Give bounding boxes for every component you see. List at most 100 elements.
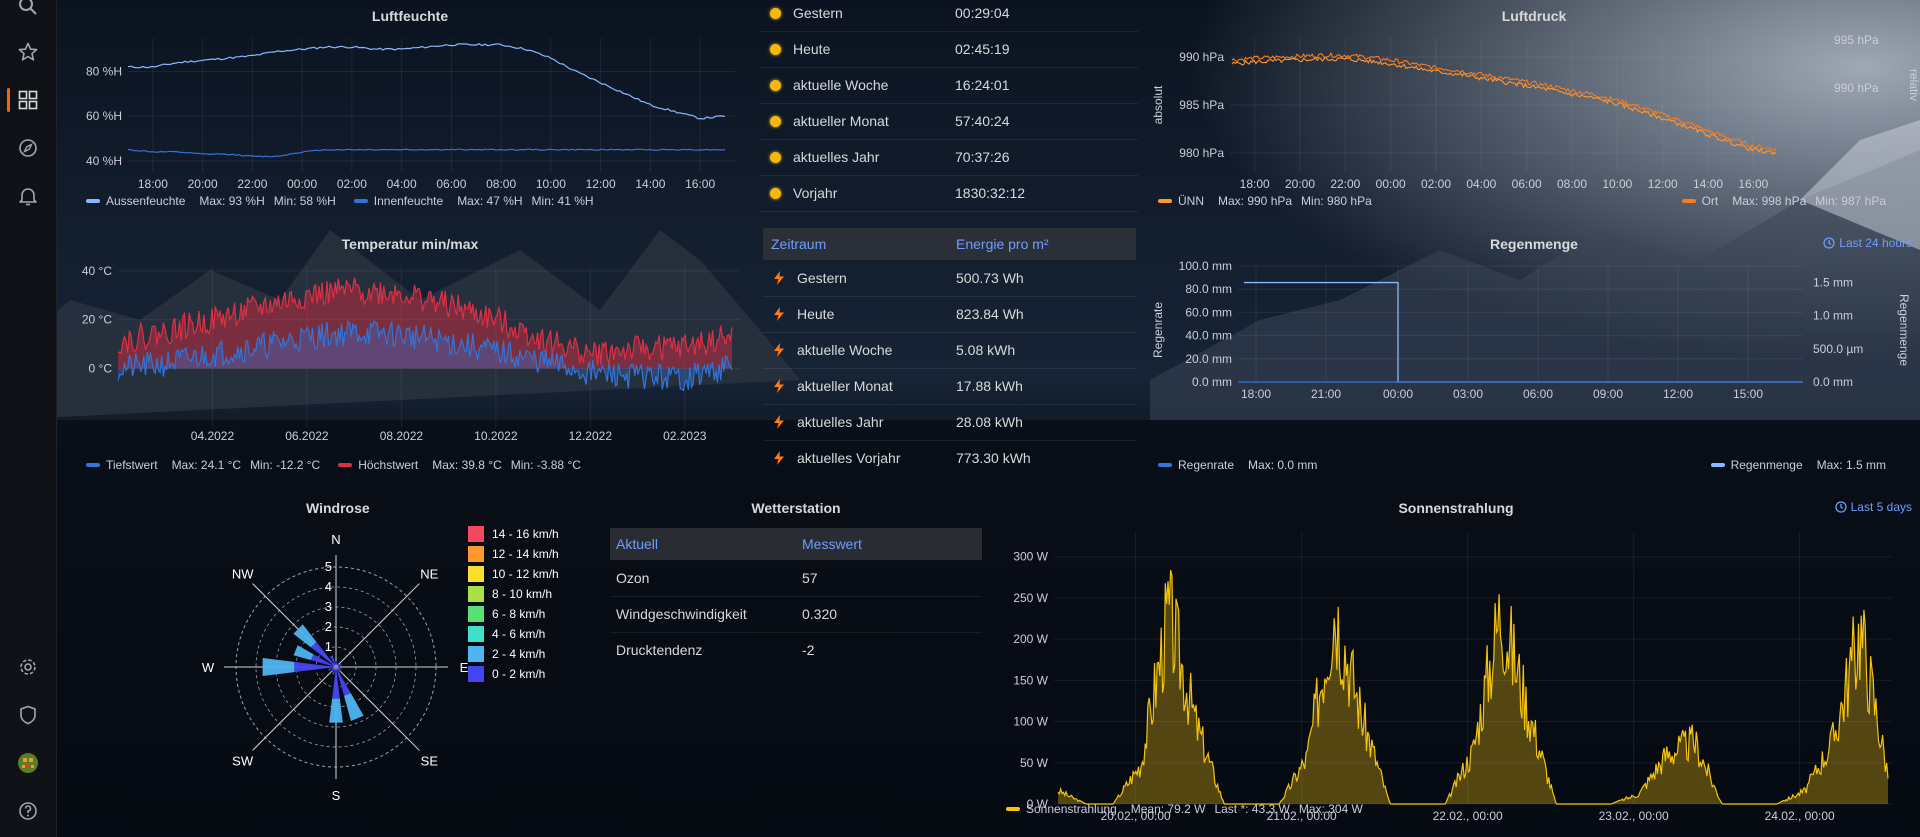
legend-name[interactable]: Ort — [1702, 194, 1719, 208]
y-tick-label: 250 W — [1013, 591, 1048, 605]
x-tick-label: 03:00 — [1453, 387, 1483, 401]
y-tick-label: 40 %H — [86, 154, 122, 168]
solar-legend: Sonnenstrahlung Mean: 79.2 W Last *: 43.3 … — [1006, 802, 1372, 816]
search-icon[interactable] — [14, 0, 42, 20]
legend-name[interactable]: Sonnenstrahlung — [1026, 802, 1117, 816]
y-tick-label: 150 W — [1013, 673, 1048, 687]
pressure-legend-left: ÜNN Max: 990 hPa Min: 980 hPa — [1158, 194, 1381, 208]
row-label: Ozon — [616, 570, 650, 586]
panel-title: Regenmenge — [1490, 236, 1578, 252]
table-row: aktueller Monat 17.88 kWh — [763, 368, 1136, 405]
lightning-icon — [774, 271, 784, 285]
speed-class-label: 10 - 12 km/h — [492, 567, 559, 581]
legend-name[interactable]: Höchstwert — [358, 458, 418, 472]
row-value: 70:37:26 — [955, 149, 1010, 165]
row-value: 00:29:04 — [955, 5, 1010, 21]
legend-stat: Max: 990 hPa — [1218, 194, 1293, 208]
time-range-label: Last 24 hours — [1839, 236, 1912, 250]
row-value: 1830:32:12 — [955, 185, 1026, 201]
speed-class-label: 14 - 16 km/h — [492, 527, 559, 541]
legend-swatch — [1158, 199, 1172, 203]
y-tick-label-left: 100.0 mm — [1179, 259, 1232, 273]
panel-title: Luftdruck — [1501, 8, 1567, 24]
y-tick-label-right: 990 hPa — [1834, 81, 1879, 95]
dashboards-icon[interactable] — [14, 86, 42, 114]
speed-class-label: 12 - 14 km/h — [492, 547, 559, 561]
explore-icon[interactable] — [14, 134, 42, 162]
panel-title: Wetterstation — [751, 500, 841, 516]
sun-icon — [770, 43, 781, 55]
y-tick-label-left: 20.0 mm — [1185, 352, 1232, 366]
pressure-chart[interactable]: 980 hPa 985 hPa 990 hPa 990 hPa 995 hPa 18:00… — [1148, 30, 1920, 210]
table-row: Windgeschwindigkeit 0.320 — [610, 596, 982, 633]
direction-label: NW — [232, 567, 254, 582]
y-axis-label-right: Regenmenge — [1897, 294, 1911, 366]
legend-name[interactable]: Innenfeuchte — [374, 194, 443, 208]
legend-name[interactable]: Aussenfeuchte — [106, 194, 185, 208]
rain-chart[interactable]: 0.0 mm 20.0 mm 40.0 mm 60.0 mm 80.0 mm 100.0 … — [1148, 258, 1920, 473]
y-tick-label: 0 °C — [89, 361, 113, 375]
y-tick-label-left: 60.0 mm — [1185, 305, 1232, 319]
x-tick-label: 14:00 — [1693, 177, 1723, 191]
shield-icon[interactable] — [14, 701, 42, 729]
x-tick-label: 18:00 — [1240, 177, 1270, 191]
table-header: Zeitraum Energie pro m² — [763, 228, 1136, 260]
table-row: aktuelle Woche 16:24:01 — [760, 67, 1138, 104]
legend-stat: Max: 47 %H — [457, 194, 523, 208]
legend-swatch — [1681, 199, 1696, 203]
user-avatar[interactable] — [14, 749, 42, 777]
time-range-badge[interactable]: Last 5 days — [1834, 500, 1912, 514]
legend-swatch — [86, 463, 100, 467]
windrose-chart[interactable]: 1 2 3 4 5 N NE E SE S SW W NW 14 - 16 km/h 12 - 14 km/… — [70, 522, 600, 832]
x-tick-label: 00:00 — [1376, 177, 1406, 191]
x-tick-label: 21:00 — [1311, 387, 1341, 401]
help-icon[interactable] — [14, 797, 42, 825]
settings-gear-icon[interactable] — [14, 653, 42, 681]
row-label: Gestern — [793, 5, 843, 21]
speed-class-swatch — [468, 526, 484, 542]
y-axis-label-left: Regenrate — [1151, 302, 1165, 358]
panel-windrose[interactable]: Windrose 1 2 3 4 5 N NE E SE S SW W NW 14 - 16 km/h 12… — [70, 492, 600, 837]
series-area-sonnenstrahlung — [1058, 570, 1888, 804]
table-row: aktueller Monat 57:40:24 — [760, 103, 1138, 140]
humidity-chart[interactable]: 40 %H 60 %H 80 %H 18:00 20:00 22:00 00:00 02:00… — [70, 30, 750, 210]
direction-label: E — [460, 660, 469, 675]
alerting-bell-icon[interactable] — [14, 182, 42, 210]
panel-luftdruck[interactable]: Luftdruck 980 hPa 985 hPa 990 hPa 990 hPa 99… — [1148, 0, 1920, 215]
table-row: aktuelles Vorjahr 773.30 kWh — [763, 440, 1136, 476]
speed-class-swatch — [468, 666, 484, 682]
row-label: aktuelle Woche — [797, 342, 893, 358]
panel-luftfeuchte[interactable]: Luftfeuchte 40 %H 60 %H 80 %H 18:00 20:00 22:… — [70, 0, 750, 215]
row-value: 57:40:24 — [955, 113, 1010, 129]
temperature-chart[interactable]: 0 °C 20 °C 40 °C 04.2022 06.2022 08.2022 10.20… — [70, 258, 750, 473]
y-tick-label: 200 W — [1013, 632, 1048, 646]
star-icon[interactable] — [14, 38, 42, 66]
legend-name[interactable]: Regenrate — [1178, 458, 1234, 472]
x-tick-label: 16:00 — [1738, 177, 1768, 191]
direction-label: SW — [232, 753, 254, 768]
time-range-badge[interactable]: Last 24 hours — [1823, 236, 1912, 250]
legend-name[interactable]: Regenmenge — [1731, 458, 1803, 472]
column-header-zeitraum[interactable]: Zeitraum — [771, 236, 826, 252]
column-header-aktuell[interactable]: Aktuell — [616, 536, 658, 552]
table-row: Ozon 57 — [610, 560, 982, 597]
row-value: 5.08 kWh — [956, 342, 1016, 358]
panel-sonnenstrahlung[interactable]: Sonnenstrahlung Last 5 days 0 W 50 W 100 W… — [992, 492, 1920, 837]
sun-icon — [770, 79, 781, 91]
x-tick-label: 16:00 — [685, 177, 715, 191]
y-tick-label-right: 1.5 mm — [1813, 276, 1853, 290]
column-header-messwert[interactable]: Messwert — [802, 536, 862, 552]
humidity-legend: Aussenfeuchte Max: 93 %H Min: 58 %H Innenf… — [86, 194, 603, 208]
legend-name[interactable]: Tiefstwert — [106, 458, 158, 472]
y-tick-label-left: 980 hPa — [1179, 146, 1224, 160]
legend-swatch — [353, 199, 368, 203]
column-header-energie[interactable]: Energie pro m² — [956, 236, 1049, 252]
row-value: -2 — [802, 642, 815, 658]
panel-regenmenge[interactable]: Regenmenge Last 24 hours 0.0 mm 20.0 mm 40… — [1148, 228, 1920, 478]
panel-temperatur[interactable]: Temperatur min/max 0 °C 20 °C 40 °C 04.2022… — [70, 228, 750, 478]
row-label: aktuelle Woche — [793, 77, 889, 93]
row-label: Heute — [793, 41, 831, 57]
solar-radiation-chart[interactable]: 0 W50 W100 W150 W200 W250 W300 W20.02., … — [992, 522, 1920, 822]
legend-name[interactable]: ÜNN — [1178, 194, 1204, 208]
x-tick-label: 12:00 — [1648, 177, 1678, 191]
